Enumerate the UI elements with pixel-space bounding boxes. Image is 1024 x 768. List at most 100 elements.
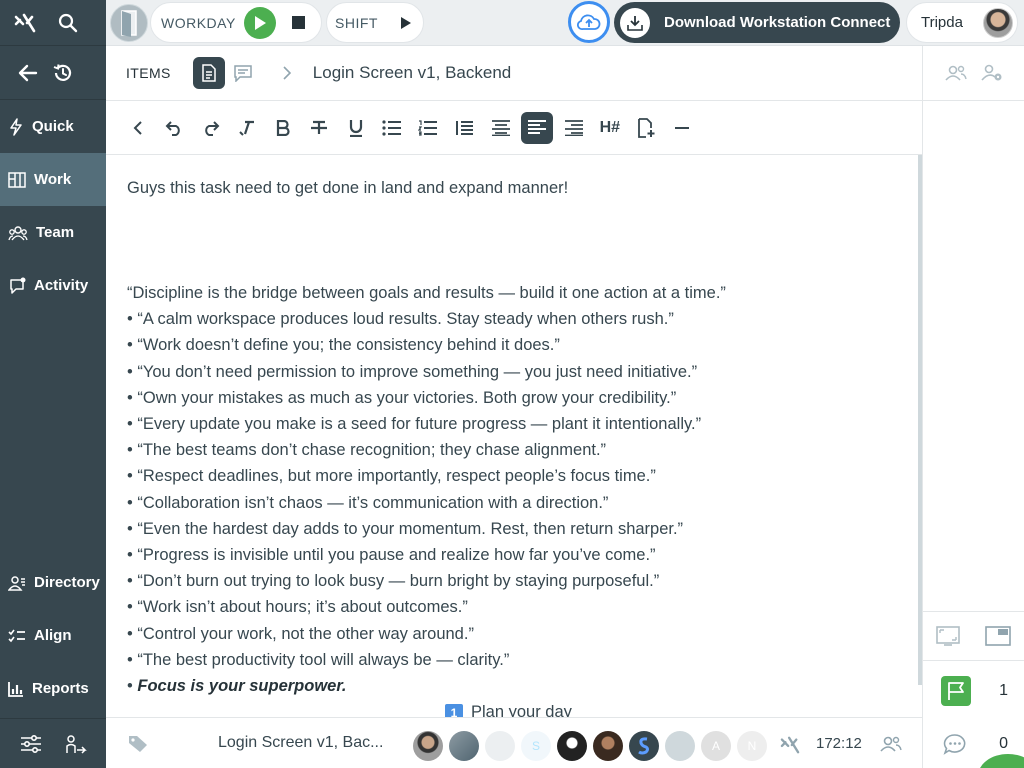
exit-door-button[interactable] bbox=[110, 4, 148, 42]
back-arrow-icon[interactable] bbox=[18, 64, 38, 82]
list-item: • “The best teams don’t chase recognitio… bbox=[127, 441, 607, 460]
indent-button[interactable] bbox=[449, 112, 481, 144]
horizontal-rule-button[interactable] bbox=[666, 112, 698, 144]
door-icon bbox=[119, 9, 139, 37]
emphasis-text: Focus is your superpower. bbox=[137, 677, 347, 696]
list-item: • “Work isn’t about hours; it’s about ou… bbox=[127, 598, 468, 617]
avatar[interactable]: N bbox=[737, 731, 767, 761]
chevron-right-icon bbox=[283, 66, 291, 80]
download-icon bbox=[620, 7, 650, 38]
strikethrough-icon bbox=[310, 120, 328, 136]
underline-button[interactable] bbox=[340, 112, 372, 144]
download-workstation-button[interactable]: Download Workstation Connect bbox=[614, 2, 900, 43]
sidebar-item-work[interactable]: Work bbox=[0, 153, 106, 206]
comment-bubble-icon bbox=[943, 733, 967, 755]
play-icon bbox=[253, 15, 267, 31]
lightning-icon bbox=[8, 117, 24, 136]
sidebar-item-directory[interactable]: Directory bbox=[0, 556, 106, 609]
numbered-list-icon bbox=[418, 119, 438, 136]
picture-in-picture-icon[interactable] bbox=[985, 626, 1012, 646]
align-right-button[interactable] bbox=[558, 112, 590, 144]
list-item: • “You don’t need permission to improve … bbox=[127, 362, 698, 381]
list-item: • “Work doesn’t define you; the consiste… bbox=[127, 336, 560, 355]
editor-toolbar: H# bbox=[106, 101, 922, 155]
shift-control: SHIFT bbox=[326, 2, 424, 43]
undo-button[interactable] bbox=[158, 112, 190, 144]
numbered-list-button[interactable] bbox=[412, 112, 444, 144]
heading-label: H# bbox=[599, 118, 621, 136]
avatar[interactable] bbox=[557, 731, 587, 761]
align-center-button[interactable] bbox=[485, 112, 517, 144]
time-tracker: 172:12 bbox=[816, 734, 862, 752]
avatar[interactable] bbox=[629, 731, 659, 761]
tag-icon[interactable] bbox=[128, 735, 148, 753]
cloud-sync-button[interactable] bbox=[568, 1, 610, 43]
description-view-button[interactable] bbox=[192, 57, 225, 89]
workday-play-button[interactable] bbox=[243, 6, 276, 39]
avatar[interactable]: A bbox=[701, 731, 731, 761]
clear-format-button[interactable] bbox=[231, 112, 263, 144]
sidebar-item-quick[interactable]: Quick bbox=[0, 100, 106, 153]
flag-count: 1 bbox=[999, 682, 1008, 699]
bold-icon bbox=[276, 119, 290, 136]
members-icon[interactable] bbox=[880, 736, 902, 752]
sidebar-item-label: Quick bbox=[32, 118, 74, 135]
sidebar-item-label: Team bbox=[36, 224, 75, 241]
heading-button[interactable]: H# bbox=[594, 112, 626, 144]
workday-control: WORKDAY bbox=[150, 2, 322, 43]
editor-content[interactable]: Guys this task need to get done in land … bbox=[106, 155, 918, 717]
sidebar-bottom-nav: Directory Align Reports bbox=[0, 556, 106, 715]
bullet-list-icon bbox=[382, 119, 402, 136]
avatar[interactable]: S bbox=[521, 731, 551, 761]
avatar[interactable] bbox=[449, 731, 479, 761]
list-item: • “Progress is invisible until you pause… bbox=[127, 546, 656, 565]
redo-button[interactable] bbox=[195, 112, 227, 144]
document-icon bbox=[201, 64, 217, 82]
avatar bbox=[983, 7, 1013, 38]
breadcrumb-items-link[interactable]: ITEMS bbox=[126, 65, 171, 81]
list-item: • “Don’t burn out trying to look busy — … bbox=[127, 572, 660, 591]
shift-label: SHIFT bbox=[335, 14, 378, 31]
history-icon[interactable] bbox=[52, 62, 74, 84]
align-left-icon bbox=[527, 119, 547, 136]
align-left-button[interactable] bbox=[521, 111, 554, 144]
stop-icon[interactable] bbox=[291, 16, 305, 29]
breadcrumb: ITEMS Login Screen v1, Backend bbox=[106, 46, 922, 101]
sidebar-item-activity[interactable]: Activity bbox=[0, 259, 106, 312]
list-item: • “Own your mistakes as much as your vic… bbox=[127, 388, 677, 407]
bullet-list-button[interactable] bbox=[376, 112, 408, 144]
avatar[interactable] bbox=[665, 731, 695, 761]
add-file-icon bbox=[637, 117, 655, 138]
avatar[interactable] bbox=[593, 731, 623, 761]
fullscreen-icon[interactable] bbox=[935, 626, 960, 646]
search-icon[interactable] bbox=[58, 13, 78, 33]
sidebar-item-team[interactable]: Team bbox=[0, 206, 106, 259]
redo-icon bbox=[202, 120, 220, 136]
logo-icon[interactable] bbox=[14, 13, 36, 33]
plan-text: Plan your day bbox=[471, 703, 572, 717]
assignees-icon[interactable] bbox=[944, 65, 967, 81]
user-menu[interactable]: Tripda bbox=[906, 2, 1018, 43]
align-right-icon bbox=[564, 119, 584, 136]
avatar[interactable] bbox=[485, 731, 515, 761]
task-title: Login Screen v1, Bac... bbox=[218, 734, 384, 751]
sidebar-item-align[interactable]: Align bbox=[0, 609, 106, 662]
flag-row[interactable]: 1 bbox=[923, 665, 1024, 717]
directory-icon bbox=[8, 575, 26, 591]
avatar[interactable] bbox=[413, 731, 443, 761]
list-item: “Discipline is the bridge between goals … bbox=[127, 284, 726, 302]
team-icon bbox=[8, 225, 28, 241]
sidebar-item-reports[interactable]: Reports bbox=[0, 662, 106, 715]
comment-view-icon[interactable] bbox=[233, 64, 253, 82]
add-file-button[interactable] bbox=[630, 112, 662, 144]
sidebar-item-label: Reports bbox=[32, 680, 89, 697]
strikethrough-button[interactable] bbox=[303, 112, 335, 144]
user-route-icon[interactable] bbox=[65, 734, 87, 754]
collapse-toolbar-button[interactable] bbox=[122, 112, 154, 144]
user-settings-icon[interactable] bbox=[980, 64, 1003, 82]
shift-play-icon[interactable] bbox=[400, 16, 412, 30]
settings-sliders-icon[interactable] bbox=[20, 734, 42, 754]
bold-button[interactable] bbox=[267, 112, 299, 144]
download-label: Download Workstation Connect bbox=[664, 14, 891, 31]
sidebar-item-label: Activity bbox=[34, 277, 89, 294]
